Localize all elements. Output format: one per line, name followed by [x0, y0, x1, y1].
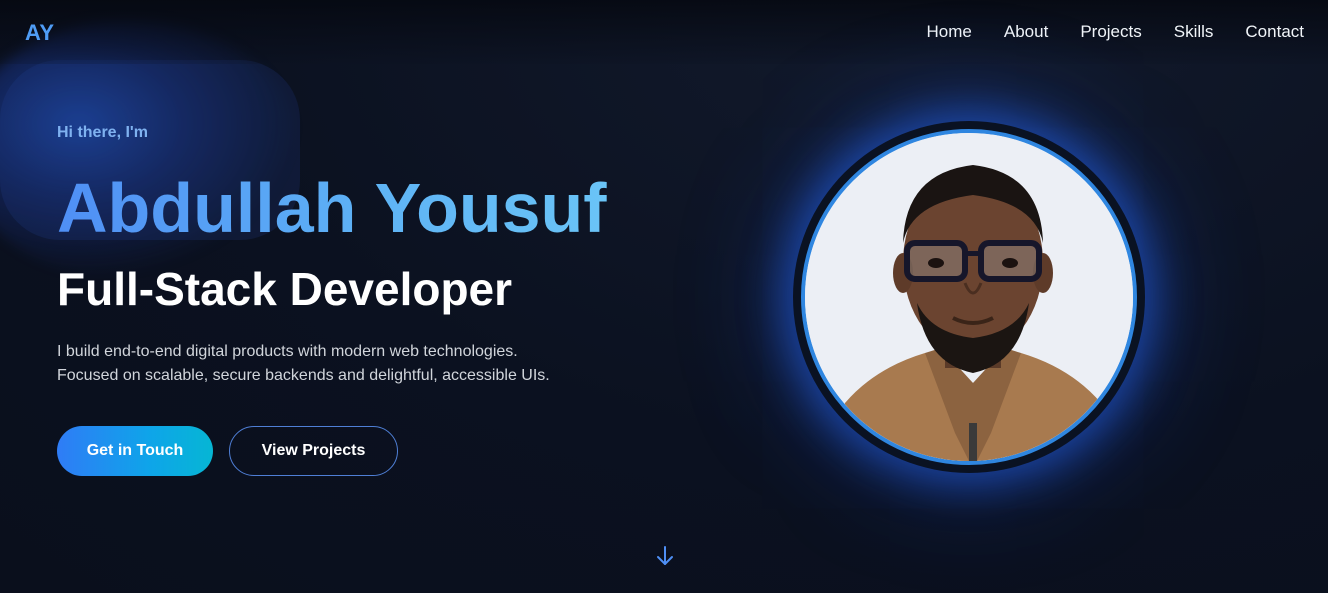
hero-role: Full-Stack Developer — [57, 263, 513, 315]
hero-description-line-2: Focused on scalable, secure backends and… — [57, 367, 550, 384]
hero-page: AY Home About Projects Skills Contact Hi… — [0, 0, 1328, 593]
arrow-down-icon[interactable] — [655, 545, 675, 567]
hero-greeting: Hi there, I'm — [57, 124, 148, 141]
hero-description-line-1: I build end-to-end digital products with… — [57, 343, 518, 360]
top-navigation-bar: AY Home About Projects Skills Contact — [0, 0, 1328, 64]
profile-photo-frame — [793, 121, 1145, 473]
nav-item-home[interactable]: Home — [927, 22, 972, 42]
hero-description: I build end-to-end digital products with… — [57, 340, 617, 388]
nav-item-about[interactable]: About — [1004, 22, 1048, 42]
site-logo[interactable]: AY — [25, 20, 55, 46]
main-nav: Home About Projects Skills Contact — [927, 22, 1304, 42]
nav-item-projects[interactable]: Projects — [1080, 22, 1141, 42]
hero-name: Abdullah Yousuf — [57, 169, 607, 247]
profile-photo — [801, 129, 1137, 465]
view-projects-button[interactable]: View Projects — [229, 426, 398, 476]
profile-portrait-illustration — [805, 133, 1133, 461]
nav-item-contact[interactable]: Contact — [1245, 22, 1304, 42]
nav-item-skills[interactable]: Skills — [1174, 22, 1214, 42]
get-in-touch-button[interactable]: Get in Touch — [57, 426, 213, 476]
